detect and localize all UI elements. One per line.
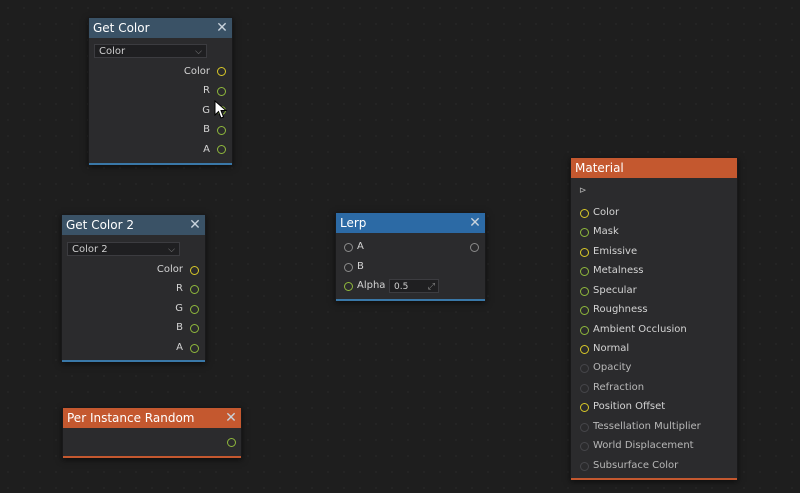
output-pin-a[interactable] [190, 344, 199, 353]
node-lerp[interactable]: Lerp ✕ A B Alpha 0.5 ⤢ [335, 212, 486, 301]
input-pin-ambient-occlusion[interactable] [580, 326, 589, 335]
input-label-normal: Normal [593, 343, 630, 354]
expand-icon[interactable]: ⤢ [428, 280, 435, 294]
output-pin-value[interactable] [227, 438, 236, 447]
close-icon[interactable]: ✕ [188, 216, 202, 234]
input-pin-mask[interactable] [580, 228, 589, 237]
input-label-metalness: Metalness [593, 265, 644, 276]
output-pin-b[interactable] [217, 126, 226, 135]
input-pin-emissive[interactable] [580, 248, 589, 257]
input-label-subsurface-color: Subsurface Color [593, 460, 679, 471]
input-label-refraction: Refraction [593, 382, 645, 393]
input-label-emissive: Emissive [593, 246, 638, 257]
close-icon[interactable]: ✕ [215, 19, 229, 37]
node-footer [89, 163, 232, 165]
output-label-g: G [175, 303, 183, 314]
node-header[interactable]: Get Color 2 ✕ [62, 215, 205, 235]
node-header[interactable]: Lerp ✕ [336, 213, 485, 233]
node-get-color-2[interactable]: Get Color 2 ✕ Color 2 ⌵ Color R G B A [61, 214, 206, 362]
input-label-opacity: Opacity [593, 362, 632, 373]
input-label-tessellation-multiplier: Tessellation Multiplier [593, 421, 701, 432]
output-pin-color[interactable] [217, 67, 226, 76]
output-label-a: A [203, 144, 210, 155]
close-icon[interactable]: ✕ [224, 409, 238, 427]
input-pin-b[interactable] [344, 263, 353, 272]
alpha-value-field[interactable]: 0.5 ⤢ [389, 279, 439, 293]
input-pin-specular[interactable] [580, 287, 589, 296]
alpha-value: 0.5 [394, 282, 409, 292]
node-title: Material [575, 161, 624, 175]
input-label-specular: Specular [593, 285, 637, 296]
node-header[interactable]: Per Instance Random ✕ [63, 408, 241, 428]
input-pin-world-displacement[interactable] [580, 442, 589, 451]
output-label-r: R [203, 85, 210, 96]
node-header[interactable]: Material [571, 158, 737, 178]
close-icon[interactable]: ✕ [468, 214, 482, 232]
input-label-b: B [357, 261, 364, 272]
node-get-color[interactable]: Get Color ✕ Color ⌵ Color R G B A [88, 17, 233, 165]
input-pin-metalness[interactable] [580, 267, 589, 276]
output-pin-r[interactable] [217, 87, 226, 96]
input-label-roughness: Roughness [593, 304, 648, 315]
input-pin-tessellation-multiplier[interactable] [580, 423, 589, 432]
output-pin-r[interactable] [190, 285, 199, 294]
node-title: Per Instance Random [67, 411, 195, 425]
input-label-color: Color [593, 207, 620, 218]
input-pin-refraction[interactable] [580, 384, 589, 393]
node-footer [571, 478, 737, 480]
input-pin-color[interactable] [580, 209, 589, 218]
output-pin-color[interactable] [190, 266, 199, 275]
input-pin-subsurface-color[interactable] [580, 462, 589, 471]
output-pin-result[interactable] [470, 243, 479, 252]
input-label-world-displacement: World Displacement [593, 440, 694, 451]
node-title: Get Color 2 [66, 218, 134, 232]
output-label-color: Color [183, 66, 210, 77]
input-pin-normal[interactable] [580, 345, 589, 354]
node-material[interactable]: Material ⊳ Color Mask Emissive Metalness… [570, 157, 738, 480]
execution-input-icon[interactable]: ⊳ [579, 186, 587, 196]
input-label-alpha: Alpha [357, 280, 386, 291]
node-footer [336, 299, 485, 301]
output-pin-g[interactable] [190, 305, 199, 314]
input-label-position-offset: Position Offset [593, 401, 666, 412]
node-footer [62, 360, 205, 362]
output-label-g: G [202, 105, 210, 116]
output-label-b: B [203, 124, 210, 135]
input-pin-alpha[interactable] [344, 282, 353, 291]
node-header[interactable]: Get Color ✕ [89, 18, 232, 38]
output-label-b: B [176, 322, 183, 333]
chevron-down-icon: ⌵ [168, 245, 175, 255]
dropdown-value: Color [99, 46, 126, 57]
node-per-instance-random[interactable]: Per Instance Random ✕ [62, 407, 242, 458]
node-title: Get Color [93, 21, 150, 35]
input-label-a: A [357, 241, 364, 252]
node-title: Lerp [340, 216, 367, 230]
input-pin-opacity[interactable] [580, 364, 589, 373]
color-parameter-dropdown[interactable]: Color ⌵ [94, 44, 207, 58]
node-footer [63, 456, 241, 458]
output-label-a: A [176, 342, 183, 353]
input-pin-a[interactable] [344, 243, 353, 252]
dropdown-value: Color 2 [72, 244, 108, 255]
input-pin-position-offset[interactable] [580, 403, 589, 412]
mouse-cursor-icon [214, 100, 228, 119]
input-pin-roughness[interactable] [580, 306, 589, 315]
input-label-ambient-occlusion: Ambient Occlusion [593, 324, 687, 335]
input-label-mask: Mask [593, 226, 619, 237]
output-label-r: R [176, 283, 183, 294]
output-pin-b[interactable] [190, 324, 199, 333]
color-parameter-dropdown[interactable]: Color 2 ⌵ [67, 242, 180, 256]
chevron-down-icon: ⌵ [195, 47, 202, 57]
output-label-color: Color [156, 264, 183, 275]
output-pin-a[interactable] [217, 145, 226, 154]
